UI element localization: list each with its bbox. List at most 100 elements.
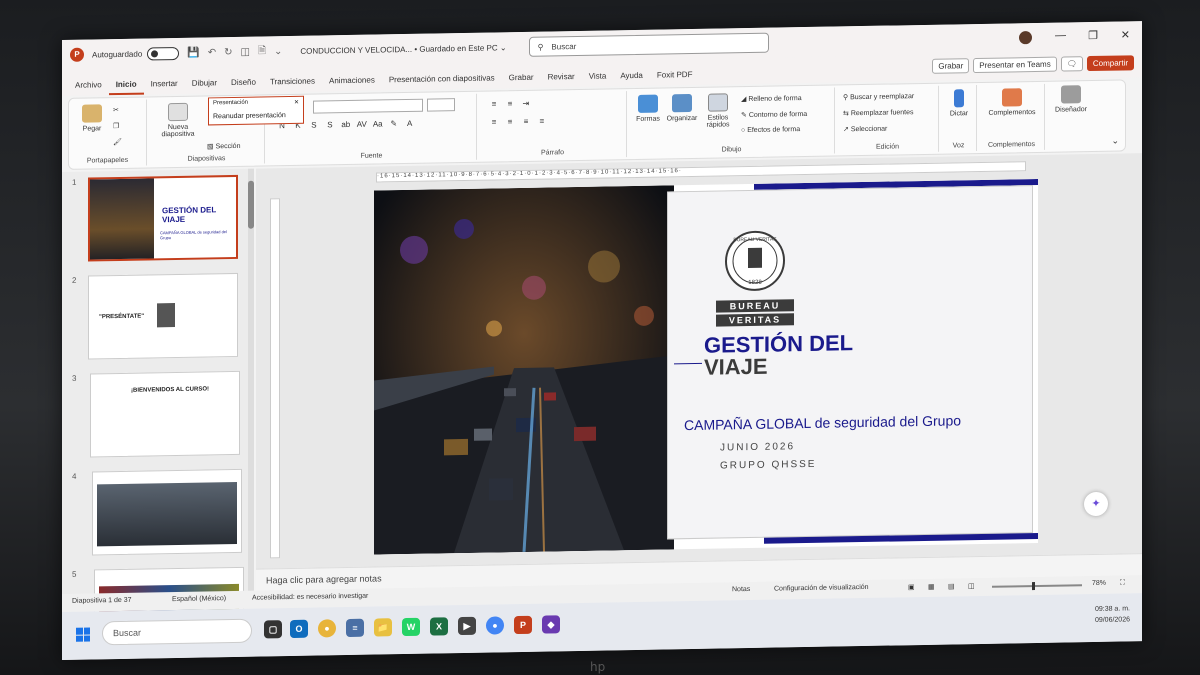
quick-styles-button[interactable]: Estilos rápidos — [701, 93, 735, 129]
thumbnails-scrollbar[interactable] — [248, 168, 254, 599]
shape-fill-button[interactable]: ◢ Relleno de forma — [741, 94, 802, 103]
whatsapp-icon[interactable]: W — [402, 617, 420, 637]
arrange-button[interactable]: Organizar — [665, 94, 699, 123]
zoom-slider-thumb[interactable] — [1032, 582, 1035, 591]
slide-date[interactable]: JUNIO 2026 — [720, 441, 795, 453]
highlight-icon[interactable]: ✎ — [387, 119, 401, 128]
paste-button[interactable]: Pegar — [77, 104, 107, 133]
chrome-icon[interactable]: ● — [318, 619, 336, 638]
designer-button[interactable]: Diseñador — [1049, 85, 1093, 114]
tab-grabar[interactable]: Grabar — [502, 73, 541, 89]
replace-fonts-button[interactable]: ⇆ Reemplazar fuentes — [843, 108, 913, 117]
tab-transiciones[interactable]: Transiciones — [263, 76, 322, 92]
document-title[interactable]: CONDUCCION Y VELOCIDA... • Guardado en E… — [300, 43, 506, 56]
tooltip-close-icon[interactable]: ✕ — [294, 99, 299, 106]
cut-icon[interactable]: ✂ — [113, 106, 119, 114]
slide-thumbnail-4[interactable] — [92, 468, 242, 556]
dictate-button[interactable]: Dictar — [943, 89, 975, 118]
align-right-icon[interactable]: ≡ — [519, 117, 533, 126]
redo-icon[interactable]: ↻ — [224, 47, 232, 58]
find-replace-button[interactable]: ⚲ Buscar y reemplazar — [843, 92, 914, 101]
resume-presentation-item[interactable]: Reanudar presentación — [213, 112, 286, 120]
outlook-icon[interactable]: O — [290, 619, 308, 639]
app-icon[interactable]: ≡ — [346, 618, 364, 638]
font-color-icon[interactable]: A — [403, 119, 417, 128]
slide-group[interactable]: GRUPO QHSSE — [720, 459, 816, 472]
tab-archivo[interactable]: Archivo — [68, 80, 109, 96]
section-button[interactable]: ▧ Sección — [207, 142, 240, 151]
select-button[interactable]: ↗ Seleccionar — [843, 125, 887, 134]
app-icon-purple[interactable]: ◆ — [542, 615, 560, 634]
normal-view-icon[interactable]: ▣ — [908, 583, 915, 591]
save-icon[interactable]: 💾 — [187, 47, 199, 58]
new-file-icon[interactable]: 🗎 — [258, 43, 266, 60]
powerpoint-taskbar-icon[interactable]: P — [514, 615, 532, 635]
shape-effects-button[interactable]: ○ Efectos de forma — [741, 126, 800, 134]
bullets-icon[interactable]: ≡ — [487, 99, 501, 108]
copilot-icon[interactable]: ✦ — [1084, 491, 1108, 517]
spacing-icon[interactable]: AV — [355, 120, 369, 129]
chrome-profile-icon[interactable]: ● — [486, 616, 504, 635]
tab-presentacion[interactable]: Presentación con diapositivas — [382, 73, 502, 90]
collapse-ribbon-icon[interactable]: ⌄ — [1111, 136, 1119, 147]
windows-start-icon[interactable] — [76, 627, 90, 642]
align-center-icon[interactable]: ≡ — [503, 117, 517, 126]
reading-view-icon[interactable]: ▤ — [948, 582, 955, 590]
taskbar-search[interactable]: Buscar — [102, 618, 252, 646]
undo-icon[interactable]: ↶ — [208, 47, 216, 58]
customize-toolbar-icon[interactable]: ⌄ — [274, 46, 282, 57]
tab-dibujar[interactable]: Dibujar — [185, 78, 224, 94]
system-clock[interactable]: 09:38 a. m. 09/06/2026 — [1095, 603, 1130, 626]
clapper-icon[interactable]: ▶ — [458, 616, 476, 636]
comments-icon[interactable]: 🗨 — [1060, 56, 1083, 72]
slide-thumbnail-1[interactable]: GESTIÓN DEL VIAJE CAMPAÑA GLOBAL de segu… — [88, 174, 238, 262]
present-in-teams-button[interactable]: Presentar en Teams — [973, 56, 1057, 74]
tab-animaciones[interactable]: Animaciones — [322, 75, 382, 91]
tab-inicio[interactable]: Inicio — [108, 79, 144, 96]
avatar[interactable] — [1019, 31, 1032, 45]
notes-button[interactable]: Notas — [732, 586, 750, 593]
zoom-slider[interactable] — [992, 582, 1082, 591]
autosave-toggle[interactable] — [147, 46, 180, 61]
font-size-select[interactable] — [427, 98, 455, 112]
language-indicator[interactable]: Español (México) — [172, 595, 226, 603]
share-button[interactable]: Compartir — [1086, 55, 1134, 72]
close-icon[interactable]: ✕ — [1121, 28, 1130, 41]
tab-vista[interactable]: Vista — [582, 71, 614, 87]
align-left-icon[interactable]: ≡ — [487, 117, 501, 126]
change-case-icon[interactable]: Aa — [371, 119, 385, 128]
present-from-start-icon[interactable]: ◫ — [241, 46, 250, 57]
task-view-icon[interactable]: ▢ — [264, 620, 282, 639]
slide-thumbnail-3[interactable]: ¡BIENVENIDOS AL CURSO! — [90, 370, 240, 458]
tab-revisar[interactable]: Revisar — [541, 72, 582, 88]
display-settings-button[interactable]: Configuración de visualización — [774, 584, 869, 593]
file-explorer-icon[interactable]: 📁 — [374, 618, 392, 637]
underline-icon[interactable]: S — [307, 120, 321, 130]
indent-icon[interactable]: ⇥ — [519, 99, 533, 108]
justify-icon[interactable]: ≡ — [535, 117, 549, 126]
slide-sorter-icon[interactable]: ▦ — [928, 583, 935, 591]
slide-thumbnail-2[interactable]: "PRESÉNTATE" — [88, 272, 238, 360]
slideshow-icon[interactable]: ◫ — [968, 582, 975, 590]
minimize-icon[interactable]: — — [1055, 29, 1066, 41]
excel-icon[interactable]: X — [430, 617, 448, 636]
record-button[interactable]: Grabar — [932, 58, 970, 74]
addins-button[interactable]: Complementos — [981, 88, 1043, 117]
fit-to-window-icon[interactable]: ⛶ — [1120, 579, 1125, 587]
shape-outline-button[interactable]: ✎ Contorno de forma — [741, 110, 807, 119]
tab-insertar[interactable]: Insertar — [144, 79, 185, 95]
scrollbar-thumb[interactable] — [248, 180, 254, 229]
slide-title[interactable]: GESTIÓN DEL VIAJE — [704, 330, 853, 380]
search-input[interactable]: ⚲ Buscar — [528, 32, 769, 57]
shapes-button[interactable]: Formas — [633, 94, 663, 124]
font-family-select[interactable] — [313, 98, 423, 114]
slide[interactable]: BUREAU VERITAS 1828 BUREAU VERITAS GESTI… — [374, 178, 1038, 555]
restore-icon[interactable]: ❐ — [1088, 29, 1098, 42]
zoom-level[interactable]: 78% — [1092, 580, 1106, 587]
copy-icon[interactable]: ❐ — [113, 122, 119, 130]
tab-foxit-pdf[interactable]: Foxit PDF — [650, 70, 700, 86]
strikethrough-icon[interactable]: ab — [339, 120, 353, 129]
accessibility-status[interactable]: Accesibilidad: es necesario investigar — [252, 593, 368, 602]
shadow-icon[interactable]: S — [323, 120, 337, 129]
new-slide-button[interactable]: Nueva diapositiva — [155, 102, 201, 139]
